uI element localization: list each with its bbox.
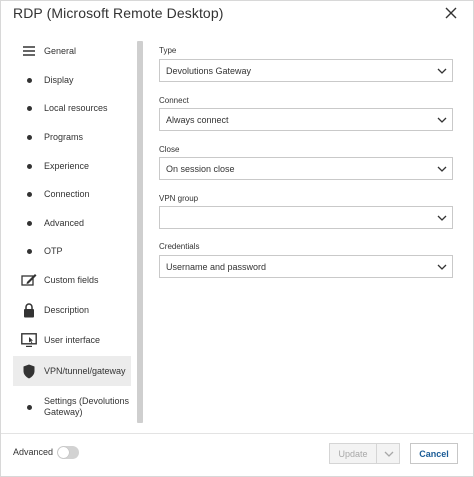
credentials-value: Username and password	[166, 261, 267, 272]
sidebar-nav: General Display Local resources Programs…	[11, 35, 141, 427]
title-bar: RDP (Microsoft Remote Desktop)	[1, 1, 473, 33]
sidebar-scrollbar[interactable]	[137, 41, 143, 423]
sidebar-item-label: Description	[44, 304, 90, 315]
dialog-title: RDP (Microsoft Remote Desktop)	[13, 5, 224, 21]
connect-select[interactable]: Always connect	[159, 108, 453, 131]
chevron-down-icon	[437, 215, 447, 221]
bullet-icon	[21, 399, 37, 415]
bullet-icon	[21, 129, 37, 145]
connect-value: Always connect	[166, 114, 229, 125]
sidebar-item-label: Experience	[44, 160, 90, 171]
bullet-icon	[21, 158, 37, 174]
sidebar-item-advanced[interactable]: Advanced	[13, 210, 131, 236]
monitor-icon	[21, 332, 37, 348]
sidebar-item-label: VPN/tunnel/gateway	[44, 365, 126, 376]
close-button[interactable]	[443, 5, 459, 21]
sidebar-item-experience[interactable]: Experience	[13, 153, 131, 179]
dialog-footer: Advanced Update Cancel	[1, 433, 473, 477]
sidebar-item-label: User interface	[44, 334, 101, 345]
sidebar-item-label: Local resources	[44, 102, 108, 113]
edit-icon	[21, 272, 37, 288]
sidebar-item-label: Settings (Devolutions Gateway)	[44, 396, 130, 417]
bullet-icon	[21, 243, 37, 259]
sidebar-item-label: OTP	[44, 245, 63, 256]
sidebar-item-label: Custom fields	[44, 274, 99, 285]
sidebar-item-display[interactable]: Display	[13, 67, 131, 93]
credentials-select[interactable]: Username and password	[159, 255, 453, 278]
bullet-icon	[21, 100, 37, 116]
sidebar-item-general[interactable]: General	[13, 38, 131, 64]
advanced-label: Advanced	[13, 447, 54, 457]
sidebar-item-programs[interactable]: Programs	[13, 124, 131, 150]
chevron-down-icon	[437, 264, 447, 270]
sidebar-item-settings-devolutions-gateway[interactable]: Settings (Devolutions Gateway)	[13, 388, 131, 426]
close-label: Close	[159, 145, 180, 154]
sidebar-item-custom-fields[interactable]: Custom fields	[13, 267, 131, 293]
chevron-down-icon	[437, 117, 447, 123]
chevron-down-icon	[384, 451, 394, 457]
connect-label: Connect	[159, 96, 189, 105]
type-value: Devolutions Gateway	[166, 65, 252, 76]
bullet-icon	[21, 215, 37, 231]
sidebar-item-user-interface[interactable]: User interface	[13, 327, 131, 353]
close-icon	[445, 7, 457, 19]
cancel-button[interactable]: Cancel	[410, 443, 458, 464]
dialog: RDP (Microsoft Remote Desktop) General D…	[0, 0, 474, 477]
type-label: Type	[159, 46, 177, 55]
toggle-knob	[58, 447, 69, 458]
sidebar-item-label: Programs	[44, 131, 84, 142]
vpn-group-select[interactable]	[159, 206, 453, 229]
credentials-label: Credentials	[159, 242, 200, 251]
sidebar-item-otp[interactable]: OTP	[13, 238, 131, 264]
chevron-down-icon	[437, 68, 447, 74]
shield-icon	[21, 363, 37, 379]
sidebar-item-label: General	[44, 45, 77, 56]
close-select[interactable]: On session close	[159, 157, 453, 180]
close-value: On session close	[166, 163, 235, 174]
advanced-toggle[interactable]	[57, 446, 79, 459]
sidebar-item-label: Display	[44, 74, 74, 85]
update-button[interactable]: Update	[329, 443, 377, 464]
sidebar-item-vpn-tunnel-gateway[interactable]: VPN/tunnel/gateway	[13, 356, 131, 386]
bullet-icon	[21, 186, 37, 202]
bullet-icon	[21, 72, 37, 88]
sidebar-item-connection[interactable]: Connection	[13, 181, 131, 207]
sidebar-item-local-resources[interactable]: Local resources	[13, 95, 131, 121]
update-dropdown-button[interactable]	[376, 443, 400, 464]
type-select[interactable]: Devolutions Gateway	[159, 59, 453, 82]
sidebar-item-label: Advanced	[44, 217, 85, 228]
hamburger-icon	[21, 43, 37, 59]
sidebar-item-description[interactable]: Description	[13, 297, 131, 323]
chevron-down-icon	[437, 166, 447, 172]
sidebar-item-label: Connection	[44, 188, 90, 199]
lock-icon	[21, 302, 37, 318]
vpn-group-label: VPN group	[159, 194, 199, 203]
